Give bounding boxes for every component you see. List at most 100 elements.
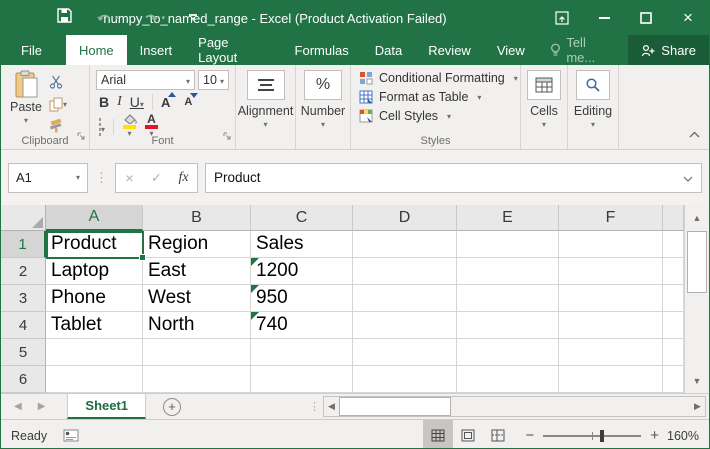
zoom-level[interactable]: 160% [667,429,709,443]
share-button[interactable]: Share [628,35,709,65]
cell-partial-6[interactable] [663,366,684,393]
cell-D5[interactable] [353,339,457,366]
font-size-combo[interactable]: 10▾ [198,70,229,90]
sheet-nav-left-icon[interactable]: ◀ [14,401,22,412]
vertical-scrollbar[interactable]: ▲ ▼ [684,205,709,393]
customize-qat-icon[interactable]: ▾ [189,14,197,22]
tab-formulas[interactable]: Formulas [282,35,362,65]
cell-C3[interactable]: 950 [251,285,353,312]
borders-button[interactable] [99,119,105,135]
cell-A2[interactable]: Laptop [46,258,143,285]
underline-button[interactable]: U [130,94,144,110]
cell-B6[interactable] [143,366,251,393]
macro-record-button[interactable] [63,429,79,442]
horizontal-scrollbar-thumb[interactable] [339,397,451,416]
undo-button[interactable]: ▾ [96,12,119,24]
scroll-right-icon[interactable]: ▶ [690,401,705,412]
name-box[interactable]: A1 ▾ [8,163,88,193]
maximize-button[interactable] [625,1,667,35]
cell-B3[interactable]: West [143,285,251,312]
number-icon-button[interactable]: % [304,70,342,100]
normal-view-button[interactable] [423,420,453,449]
cell-partial-1[interactable] [663,231,684,258]
column-header-D[interactable]: D [353,205,457,231]
zoom-slider-thumb[interactable] [600,430,604,442]
editing-group[interactable]: Editing ▾ [568,65,619,149]
cell-F5[interactable] [559,339,663,366]
tell-me-box[interactable]: Tell me... [538,35,629,65]
increase-font-size-button[interactable]: A [161,95,170,110]
cell-B5[interactable] [143,339,251,366]
collapse-ribbon-icon[interactable] [689,125,700,143]
column-header-C[interactable]: C [251,205,353,231]
italic-button[interactable]: I [117,94,122,110]
row-header-6[interactable]: 6 [1,366,46,393]
cells-group[interactable]: Cells ▾ [521,65,568,149]
confirm-entry-icon[interactable]: ✓ [143,170,170,186]
cell-E4[interactable] [457,312,559,339]
minimize-button[interactable] [583,1,625,35]
alignment-group[interactable]: Alignment ▾ [236,65,296,149]
cell-F6[interactable] [559,366,663,393]
cell-E2[interactable] [457,258,559,285]
conditional-formatting-button[interactable]: Conditional Formatting [359,71,520,85]
scroll-down-icon[interactable]: ▼ [685,368,709,393]
column-header-E[interactable]: E [457,205,559,231]
row-header-5[interactable]: 5 [1,339,46,366]
cell-C5[interactable] [251,339,353,366]
scroll-left-icon[interactable]: ◀ [324,401,339,412]
cell-A1[interactable]: Product [46,231,143,258]
tab-data[interactable]: Data [362,35,415,65]
insert-function-button[interactable]: fx [170,170,197,186]
cell-E6[interactable] [457,366,559,393]
cell-C4[interactable]: 740 [251,312,353,339]
vertical-scrollbar-thumb[interactable] [687,231,707,293]
column-header-F[interactable]: F [559,205,663,231]
cell-D4[interactable] [353,312,457,339]
cell-C2[interactable]: 1200 [251,258,353,285]
page-layout-view-button[interactable] [453,420,483,449]
row-header-2[interactable]: 2 [1,258,46,285]
cell-A5[interactable] [46,339,143,366]
paste-dropdown-icon[interactable]: ▾ [24,116,28,125]
formula-input[interactable]: Product [205,163,702,193]
tab-insert[interactable]: Insert [127,35,186,65]
page-break-preview-button[interactable] [483,420,513,449]
cell-B4[interactable]: North [143,312,251,339]
sheet-bar-separator[interactable]: ⋮ [309,394,320,419]
cell-F1[interactable] [559,231,663,258]
new-sheet-button[interactable]: + [163,398,181,416]
cell-C1[interactable]: Sales [251,231,353,258]
row-header-1[interactable]: 1 [1,231,46,258]
ribbon-display-options-button[interactable] [541,1,583,35]
alignment-dropdown-icon[interactable]: ▾ [263,120,267,129]
save-icon[interactable] [57,8,72,28]
cell-E1[interactable] [457,231,559,258]
tab-file[interactable]: File [5,35,58,65]
editing-icon-button[interactable] [576,70,610,100]
number-dropdown-icon[interactable]: ▾ [321,120,325,129]
cell-B1[interactable]: Region [143,231,251,258]
zoom-out-icon[interactable]: − [525,427,534,444]
cells-icon-button[interactable] [527,70,561,100]
select-all-corner[interactable] [1,205,46,231]
cancel-entry-icon[interactable]: × [116,170,143,186]
cell-F4[interactable] [559,312,663,339]
column-header-B[interactable]: B [143,205,251,231]
clipboard-dialog-launcher-icon[interactable] [76,128,86,146]
decrease-font-size-button[interactable]: A [184,96,192,108]
tab-view[interactable]: View [484,35,538,65]
cut-button[interactable] [49,73,67,91]
number-group[interactable]: % Number ▾ [296,65,351,149]
cell-D2[interactable] [353,258,457,285]
cell-partial-4[interactable] [663,312,684,339]
redo-dropdown-icon[interactable]: ▾ [162,14,166,22]
cell-D6[interactable] [353,366,457,393]
zoom-slider[interactable] [543,435,641,437]
tab-page-layout[interactable]: Page Layout [185,35,281,65]
tab-home[interactable]: Home [66,35,127,65]
alignment-icon-button[interactable] [247,70,285,100]
tab-review[interactable]: Review [415,35,484,65]
redo-button[interactable]: ▾ [143,12,166,24]
cell-partial-3[interactable] [663,285,684,312]
